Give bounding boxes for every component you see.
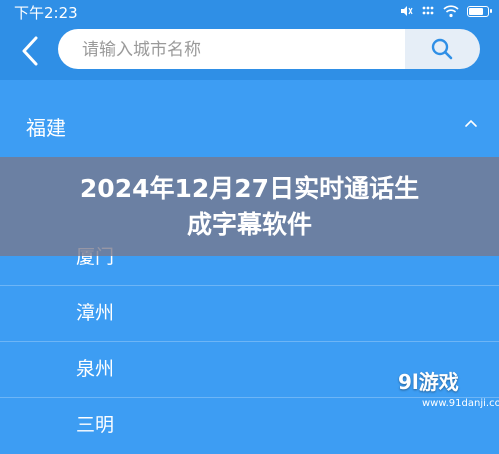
mute-icon [401, 6, 413, 16]
search-box [58, 29, 405, 71]
status-icons [399, 3, 492, 19]
banner-title-line1: 2024年12月27日实时通话生 [79, 174, 420, 203]
province-group-header[interactable]: 福建 [0, 80, 499, 166]
battery-icon [467, 5, 492, 17]
banner-title: 2024年12月27日实时通话生 成字幕软件 [0, 171, 499, 243]
city-label: 泉州 [76, 358, 115, 380]
search-icon [431, 38, 453, 60]
search-header [0, 22, 499, 80]
city-label: 漳州 [76, 302, 115, 324]
province-label: 福建 [26, 116, 66, 140]
status-bar: 下午2:23 [0, 0, 499, 22]
wifi-icon [443, 5, 459, 18]
signal-dots-icon [422, 6, 434, 15]
title-banner: 2024年12月27日实时通话生 成字幕软件 [0, 157, 499, 256]
watermark: 9l游戏 www.91danji.com [398, 366, 499, 414]
city-label: 三明 [76, 414, 115, 436]
back-button[interactable] [16, 34, 46, 68]
chevron-left-icon [22, 36, 38, 66]
search-button[interactable] [405, 29, 480, 69]
list-item-city[interactable]: 漳州 [0, 286, 499, 342]
chevron-up-icon[interactable] [464, 118, 478, 128]
watermark-logo: 9l游戏 [398, 370, 459, 394]
status-time: 下午2:23 [14, 4, 78, 22]
watermark-site: www.91danji.com [422, 398, 499, 409]
banner-title-line2: 成字幕软件 [186, 210, 312, 239]
city-search-input[interactable] [80, 29, 404, 71]
